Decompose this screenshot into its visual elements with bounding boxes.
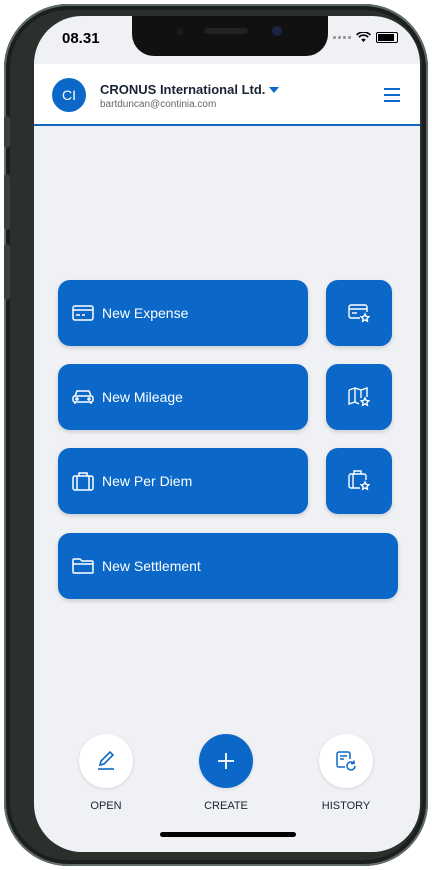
new-per-diem-label: New Per Diem	[102, 473, 193, 489]
volume-up-button	[4, 174, 10, 230]
wifi-icon	[356, 32, 371, 42]
new-mileage-button[interactable]: New Mileage	[58, 364, 308, 430]
status-time: 08.31	[62, 30, 100, 47]
new-mileage-label: New Mileage	[102, 389, 183, 405]
history-action[interactable]: HISTORY	[306, 734, 386, 812]
sensor	[176, 28, 183, 35]
home-indicator[interactable]	[160, 832, 296, 837]
open-label: OPEN	[90, 800, 122, 812]
plus-icon	[218, 753, 234, 769]
expense-favorites-button[interactable]	[326, 280, 392, 346]
open-button[interactable]	[79, 734, 133, 788]
new-expense-button[interactable]: New Expense	[58, 280, 308, 346]
expense-card-icon	[72, 304, 94, 322]
open-action[interactable]: OPEN	[66, 734, 146, 812]
signal-icon	[333, 36, 351, 39]
user-email: bartduncan@continia.com	[100, 99, 217, 110]
new-per-diem-button[interactable]: New Per Diem	[58, 448, 308, 514]
suitcase-icon	[72, 471, 94, 491]
company-name: CRONUS International Ltd.	[100, 82, 266, 97]
expense-favorite-icon	[348, 304, 370, 323]
edit-icon	[98, 750, 115, 770]
folder-icon	[72, 557, 94, 575]
history-label: HISTORY	[321, 800, 371, 812]
history-button[interactable]	[319, 734, 373, 788]
front-camera	[272, 26, 282, 36]
mileage-favorites-button[interactable]	[326, 364, 392, 430]
create-label: CREATE	[204, 800, 248, 812]
suitcase-favorite-icon	[348, 470, 370, 491]
notch	[132, 16, 328, 56]
new-settlement-label: New Settlement	[102, 558, 201, 574]
battery-icon	[376, 32, 398, 43]
map-favorite-icon	[348, 387, 370, 407]
hamburger-menu-icon[interactable]	[384, 88, 400, 106]
per-diem-favorites-button[interactable]	[326, 448, 392, 514]
speaker	[204, 28, 248, 34]
new-settlement-button[interactable]: New Settlement	[58, 533, 398, 599]
phone-frame: 08.31 CI CRONUS International Ltd. bartd…	[4, 4, 428, 866]
create-button[interactable]	[199, 734, 253, 788]
app-header: CI CRONUS International Ltd. bartduncan@…	[34, 64, 420, 126]
mute-switch	[4, 116, 10, 148]
company-selector[interactable]: CRONUS International Ltd.	[100, 82, 280, 97]
new-expense-label: New Expense	[102, 305, 189, 321]
status-icons	[333, 32, 398, 43]
volume-down-button	[4, 244, 10, 300]
car-icon	[72, 388, 94, 406]
screen: 08.31 CI CRONUS International Ltd. bartd…	[34, 16, 420, 852]
create-action[interactable]: CREATE	[186, 734, 266, 812]
caret-down-icon	[269, 86, 280, 93]
avatar[interactable]: CI	[52, 78, 86, 112]
history-icon	[336, 751, 356, 771]
